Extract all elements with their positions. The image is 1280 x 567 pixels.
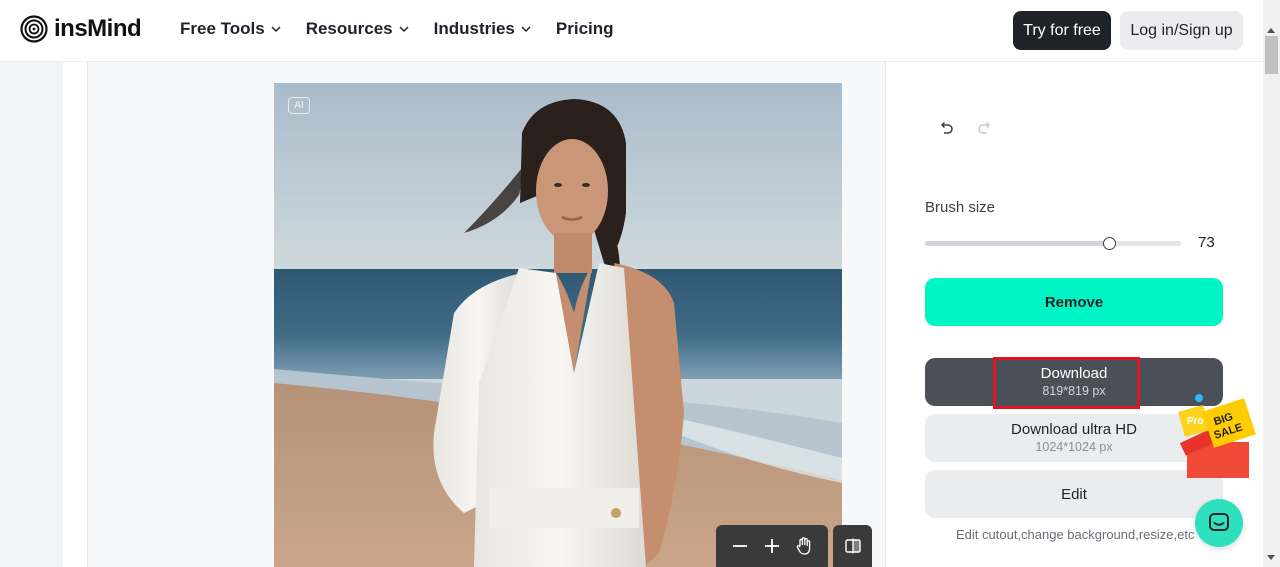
nav-pricing-label: Pricing (555, 19, 614, 38)
main-nav: Free Tools Resources Industries Pricing (180, 19, 638, 39)
chevron-down-icon (271, 26, 281, 33)
brush-size-label: Brush size (925, 199, 996, 216)
nav-resources[interactable]: Resources (306, 19, 410, 39)
redo-icon[interactable] (976, 119, 994, 137)
zoom-in-icon (765, 539, 779, 553)
undo-icon[interactable] (937, 119, 955, 137)
zoom-out-button[interactable] (728, 534, 752, 558)
scrollbar-thumb[interactable] (1265, 36, 1278, 74)
nav-resources-label: Resources (305, 19, 393, 38)
edit-description: Edit cutout,change background,resize,etc (956, 527, 1195, 542)
compare-button[interactable] (833, 525, 872, 567)
nav-free-tools-label: Free Tools (180, 19, 265, 38)
brush-size-value: 73 (1198, 234, 1215, 251)
brush-slider-fill (925, 241, 1110, 246)
hand-icon (796, 537, 811, 555)
login-signup-button[interactable]: Log in/Sign up (1120, 11, 1243, 50)
nav-industries-label: Industries (433, 19, 515, 38)
scroll-up-arrow-icon[interactable] (1267, 28, 1275, 33)
ultra-hd-title: Download ultra HD (1011, 421, 1137, 438)
zoom-in-button[interactable] (760, 534, 784, 558)
top-header: insMind Free Tools Resources Industries … (0, 0, 1280, 62)
ultra-hd-size: 1024*1024 px (1035, 440, 1113, 454)
ai-badge: AI (288, 97, 310, 114)
page-scrollbar[interactable] (1263, 0, 1280, 567)
chat-icon (1209, 513, 1229, 531)
remove-button[interactable]: Remove (925, 278, 1223, 326)
nav-free-tools[interactable]: Free Tools (180, 19, 282, 39)
download-title: Download (1040, 365, 1108, 382)
promo-pro-text: Pro (1187, 416, 1204, 427)
brand-name: insMind (54, 15, 142, 42)
chat-support-button[interactable] (1195, 499, 1243, 547)
logo-icon (20, 15, 48, 43)
chevron-down-icon (399, 26, 409, 33)
nav-pricing[interactable]: Pricing (556, 19, 614, 39)
left-sidebar-strip (63, 62, 88, 567)
try-for-free-button[interactable]: Try for free (1013, 11, 1111, 50)
download-size: 819*819 px (1042, 384, 1106, 398)
brand-logo[interactable]: insMind (20, 15, 142, 43)
brush-size-slider[interactable] (925, 237, 1181, 250)
big-sale-promo-icon[interactable]: Pro BIG SALE (1175, 390, 1261, 482)
scroll-down-arrow-icon[interactable] (1267, 555, 1275, 560)
zoom-out-icon (733, 545, 747, 547)
zoom-toolbar (716, 525, 828, 567)
chevron-down-icon (521, 26, 531, 33)
beach-photo (274, 83, 842, 567)
edited-image[interactable]: AI (274, 83, 842, 567)
pan-hand-button[interactable] (792, 534, 816, 558)
nav-industries[interactable]: Industries (434, 19, 532, 39)
compare-icon (844, 538, 861, 554)
